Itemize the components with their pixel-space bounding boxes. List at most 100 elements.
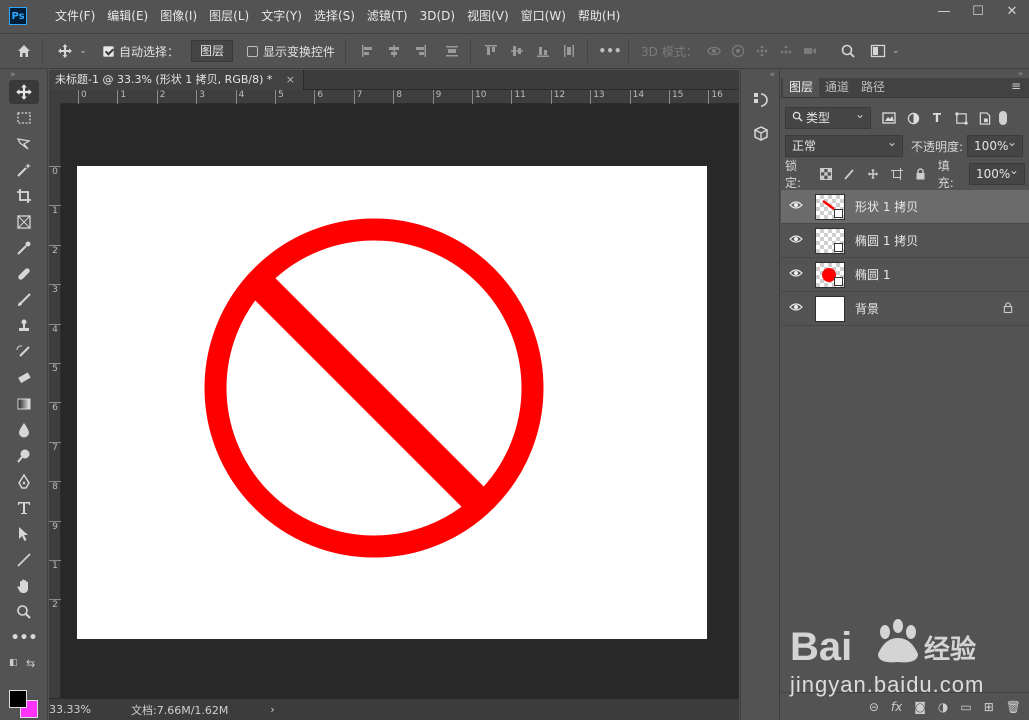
filter-smart-object-icon[interactable] <box>977 110 993 126</box>
close-tab-icon[interactable]: × <box>286 70 295 90</box>
menu-file[interactable]: 文件(F) <box>49 0 101 32</box>
distribute-icon[interactable] <box>444 43 460 59</box>
home-icon[interactable] <box>16 43 32 59</box>
type-tool[interactable] <box>9 496 39 520</box>
crop-tool[interactable] <box>9 184 39 208</box>
auto-select-target-dropdown[interactable]: 图层 <box>191 40 234 62</box>
layer-row[interactable]: 形状 1 拷贝 <box>781 190 1029 224</box>
filter-pixel-icon[interactable] <box>881 110 897 126</box>
opacity-input[interactable]: 100% <box>967 132 1024 157</box>
frame-tool[interactable] <box>9 210 39 234</box>
search-icon[interactable] <box>840 43 856 59</box>
chevron-down-icon[interactable]: ⌄ <box>888 43 904 59</box>
healing-brush-tool[interactable] <box>9 262 39 286</box>
visibility-eye-icon[interactable] <box>781 267 811 282</box>
canvas[interactable] <box>77 166 707 639</box>
visibility-eye-icon[interactable] <box>781 233 811 248</box>
blur-tool[interactable] <box>9 418 39 442</box>
distribute-horizontal-icon[interactable] <box>561 43 577 59</box>
panel-expand-icon[interactable]: « <box>741 70 779 80</box>
filter-type-icon[interactable]: T <box>929 110 945 126</box>
menu-window[interactable]: 窗口(W) <box>515 0 572 32</box>
close-button[interactable]: ✕ <box>995 0 1029 22</box>
path-selection-tool[interactable] <box>9 522 39 546</box>
3d-panel-button[interactable] <box>747 120 775 148</box>
chevron-down-icon[interactable]: ⌄ <box>75 43 91 59</box>
menu-help[interactable]: 帮助(H) <box>572 0 626 32</box>
status-menu-arrow[interactable]: › <box>270 703 274 716</box>
move-tool[interactable] <box>9 80 39 104</box>
default-colors-icon[interactable]: ◧ <box>9 658 18 668</box>
foreground-color-swatch[interactable] <box>9 690 27 708</box>
pen-tool[interactable] <box>9 470 39 494</box>
filter-toggle-icon[interactable] <box>999 111 1007 125</box>
menu-select[interactable]: 选择(S) <box>308 0 361 32</box>
line-tool[interactable] <box>9 548 39 572</box>
lock-transparency-icon[interactable] <box>818 166 834 182</box>
horizontal-ruler[interactable]: 0 1 2 3 4 5 6 7 8 9 10 11 12 13 14 15 16 <box>61 90 739 104</box>
tab-layers[interactable]: 图层 <box>783 77 820 97</box>
filter-kind-dropdown[interactable]: 类型 <box>785 104 871 129</box>
align-right-icon[interactable] <box>412 43 428 59</box>
checkbox-unchecked-icon[interactable] <box>247 45 259 57</box>
panel-menu-icon[interactable]: ≡ <box>1011 79 1021 93</box>
layer-row[interactable]: 背景 <box>781 292 1029 326</box>
delete-layer-icon[interactable]: 🗑 <box>1006 700 1021 714</box>
lock-position-icon[interactable] <box>865 166 881 182</box>
gradient-tool[interactable] <box>9 392 39 416</box>
move-tool-icon[interactable] <box>57 43 73 59</box>
lock-pixels-icon[interactable] <box>842 166 858 182</box>
swap-colors-icon[interactable]: ⇆ <box>26 657 35 670</box>
show-transform-checkbox[interactable]: 显示变换控件 <box>247 43 335 60</box>
workspace-icon[interactable] <box>870 43 886 59</box>
menu-layer[interactable]: 图层(L) <box>203 0 255 32</box>
hand-tool[interactable] <box>9 574 39 598</box>
3d-roll-icon[interactable] <box>730 43 746 59</box>
3d-scale-icon[interactable] <box>802 43 818 59</box>
menu-filter[interactable]: 滤镜(T) <box>361 0 414 32</box>
marquee-tool[interactable] <box>9 106 39 130</box>
visibility-eye-icon[interactable] <box>781 199 811 214</box>
layer-row[interactable]: 椭圆 1 拷贝 <box>781 224 1029 258</box>
layer-row[interactable]: 椭圆 1 <box>781 258 1029 292</box>
3d-pan-icon[interactable] <box>754 43 770 59</box>
align-bottom-icon[interactable] <box>535 43 551 59</box>
lock-icon[interactable] <box>1003 301 1013 316</box>
align-left-icon[interactable] <box>360 43 376 59</box>
align-center-icon[interactable] <box>386 43 402 59</box>
auto-select-checkbox[interactable]: 自动选择： <box>103 43 179 60</box>
zoom-tool[interactable] <box>9 600 39 624</box>
history-brush-tool[interactable] <box>9 340 39 364</box>
lock-all-icon[interactable] <box>912 166 928 182</box>
3d-slide-icon[interactable] <box>778 43 794 59</box>
3d-orbit-icon[interactable] <box>706 43 722 59</box>
checkbox-checked-icon[interactable] <box>103 45 114 57</box>
lasso-tool[interactable] <box>9 132 39 156</box>
blend-mode-dropdown[interactable]: 正常 <box>785 132 903 157</box>
visibility-eye-icon[interactable] <box>781 301 811 316</box>
more-options-icon[interactable]: ••• <box>599 43 622 59</box>
minimize-button[interactable]: — <box>927 0 961 22</box>
edit-toolbar-button[interactable]: ••• <box>9 626 39 650</box>
filter-shape-icon[interactable] <box>953 110 969 126</box>
zoom-level[interactable]: 33.33% <box>49 703 109 716</box>
fill-input[interactable]: 100% <box>968 160 1025 185</box>
menu-view[interactable]: 视图(V) <box>461 0 515 32</box>
menu-3d[interactable]: 3D(D) <box>414 0 461 32</box>
menu-type[interactable]: 文字(Y) <box>255 0 308 32</box>
ruler-origin[interactable] <box>49 90 61 104</box>
menu-edit[interactable]: 编辑(E) <box>101 0 154 32</box>
tab-paths[interactable]: 路径 <box>855 77 891 97</box>
menu-image[interactable]: 图像(I) <box>154 0 203 32</box>
lock-artboard-icon[interactable] <box>889 166 905 182</box>
align-top-icon[interactable] <box>483 43 499 59</box>
vertical-ruler[interactable]: 0 1 2 3 4 5 6 7 8 9 1 2 <box>49 104 61 698</box>
maximize-button[interactable]: ☐ <box>961 0 995 22</box>
dodge-tool[interactable] <box>9 444 39 468</box>
tab-channels[interactable]: 通道 <box>819 77 855 97</box>
magic-wand-tool[interactable] <box>9 158 39 182</box>
filter-adjustment-icon[interactable] <box>905 110 921 126</box>
eraser-tool[interactable] <box>9 366 39 390</box>
document-tab[interactable]: 未标题-1 @ 33.3% (形状 1 拷贝, RGB/8) * × <box>49 70 304 90</box>
clone-stamp-tool[interactable] <box>9 314 39 338</box>
